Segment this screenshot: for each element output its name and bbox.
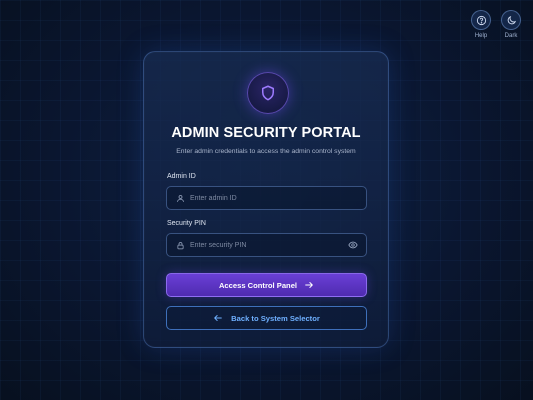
back-to-system-selector-label: Back to System Selector [231,313,320,323]
arrow-left-icon [213,313,223,323]
arrow-right-icon [304,280,314,290]
security-pin-field[interactable]: Enter security PIN [166,233,367,257]
admin-id-input[interactable]: Enter admin ID [190,195,366,202]
security-pin-input[interactable]: Enter security PIN [190,242,346,249]
moon-icon [501,10,521,30]
access-control-panel-label: Access Control Panel [218,280,298,290]
eye-icon[interactable] [346,240,360,250]
back-to-system-selector-button[interactable]: Back to System Selector [166,306,367,330]
admin-id-field[interactable]: Enter admin ID [166,186,367,210]
security-pin-label: Security PIN [167,220,206,227]
user-icon [173,194,187,203]
page-title: ADMIN SECURITY PORTAL [171,125,361,141]
help-button[interactable]: Help [471,10,491,39]
lock-icon [173,241,187,250]
dark-label: Dark [504,33,518,39]
login-card: ADMIN SECURITY PORTAL Enter admin creden… [143,51,389,348]
admin-id-label: Admin ID [167,173,196,180]
access-control-panel-button[interactable]: Access Control Panel [166,273,367,297]
question-icon [471,10,491,30]
page-subtitle: Enter admin credentials to access the ad… [176,148,356,155]
shield-icon [247,72,289,114]
dark-mode-toggle[interactable]: Dark [501,10,521,39]
